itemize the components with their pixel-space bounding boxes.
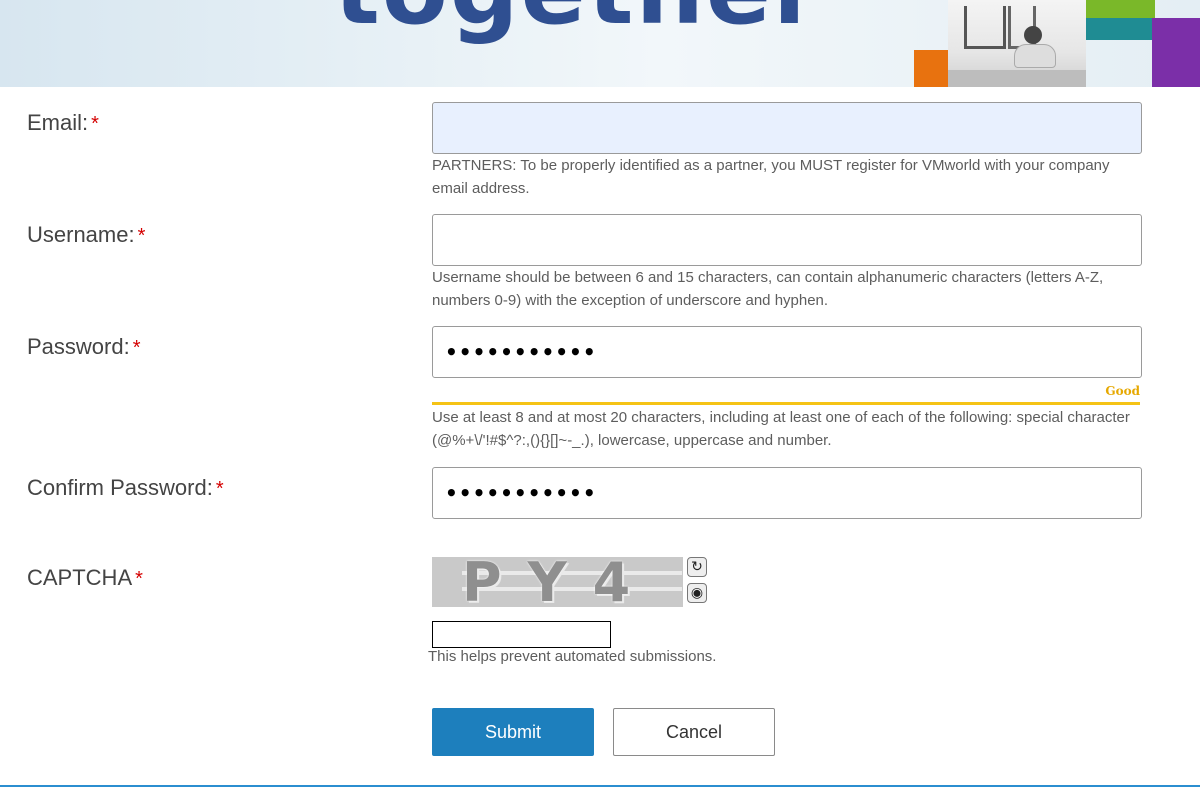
captcha-help-text: This helps prevent automated submissions… [428, 648, 717, 665]
captcha-image-text: PY4 [462, 557, 657, 607]
confirm-password-field[interactable] [432, 467, 1142, 519]
email-field[interactable] [432, 102, 1142, 154]
password-strength-label: Good [1105, 384, 1140, 398]
required-asterisk: * [137, 225, 146, 247]
banner-photo [948, 0, 1086, 87]
required-asterisk: * [132, 337, 141, 359]
cancel-button[interactable]: Cancel [613, 708, 775, 756]
required-asterisk: * [135, 568, 143, 590]
captcha-image: PY4 [432, 557, 683, 607]
required-asterisk: * [91, 113, 99, 135]
password-help-text: Use at least 8 and at most 20 characters… [432, 409, 1130, 449]
username-help-text: Username should be between 6 and 15 char… [432, 269, 1104, 309]
header-banner: together [0, 0, 1200, 87]
required-asterisk: * [215, 478, 224, 500]
password-strength-bar [432, 402, 1140, 405]
email-help-text: PARTNERS: To be properly identified as a… [432, 157, 1110, 197]
username-label: Username: * [27, 222, 146, 247]
banner-decor-square [1152, 18, 1200, 87]
refresh-icon[interactable]: ↻ [687, 557, 707, 577]
captcha-label: CAPTCHA * [27, 565, 143, 590]
banner-wordmark: together [334, 0, 822, 38]
captcha-input[interactable] [432, 621, 611, 648]
password-label: Password: * [27, 334, 141, 359]
submit-button[interactable]: Submit [432, 708, 594, 756]
username-field[interactable] [432, 214, 1142, 266]
email-label: Email: * [27, 110, 99, 135]
confirm-password-label: Confirm Password: * [27, 475, 224, 500]
banner-decor-square [914, 50, 950, 87]
bottom-divider [0, 785, 1200, 787]
audio-icon[interactable]: ◉ [687, 583, 707, 603]
password-field[interactable] [432, 326, 1142, 378]
